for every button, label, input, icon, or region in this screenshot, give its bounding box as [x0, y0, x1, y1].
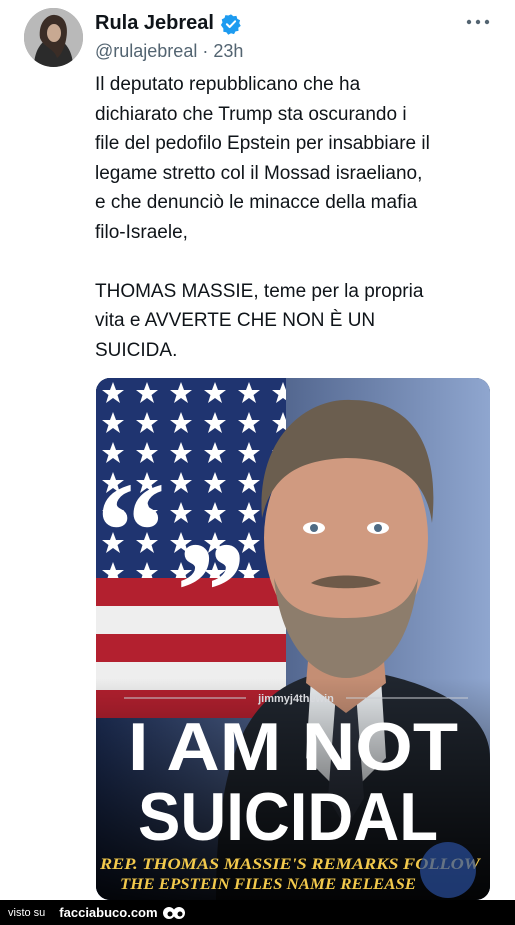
tweet-text: Il deputato repubblicano che ha dichiara…: [95, 74, 430, 361]
watermark: jimmyj4thewin: [257, 693, 334, 705]
open-quote-mark: “: [96, 454, 166, 609]
display-name[interactable]: Rula Jebreal: [95, 12, 214, 35]
handle-row: @rulajebreal · 23h: [95, 41, 243, 62]
eyes-logo-icon: [162, 906, 185, 919]
avatar[interactable]: [24, 8, 83, 67]
site-logo-text[interactable]: facciabuco.com: [59, 905, 157, 920]
more-dots-icon[interactable]: [463, 14, 493, 30]
tweet-image[interactable]: “ ” jimmyj4thewin I AM NOT SUICIDAL REP.…: [96, 378, 490, 900]
author-name-row: Rula Jebreal: [95, 12, 242, 35]
headline-line-1: I AM NOT: [128, 709, 458, 785]
verified-badge-icon: [220, 13, 241, 35]
close-quote-mark: ”: [176, 514, 246, 669]
visto-su-label: visto su: [8, 906, 46, 919]
separator-dot: ·: [202, 41, 209, 61]
corner-stamp-icon: [420, 842, 476, 898]
footer-bar: visto su facciabuco.com: [0, 900, 515, 925]
timestamp[interactable]: 23h: [213, 41, 243, 61]
caption-line-2: THE EPSTEIN FILES NAME RELEASE: [120, 876, 416, 893]
handle[interactable]: @rulajebreal: [95, 41, 197, 61]
headline-line-2: SUICIDAL: [138, 779, 438, 855]
